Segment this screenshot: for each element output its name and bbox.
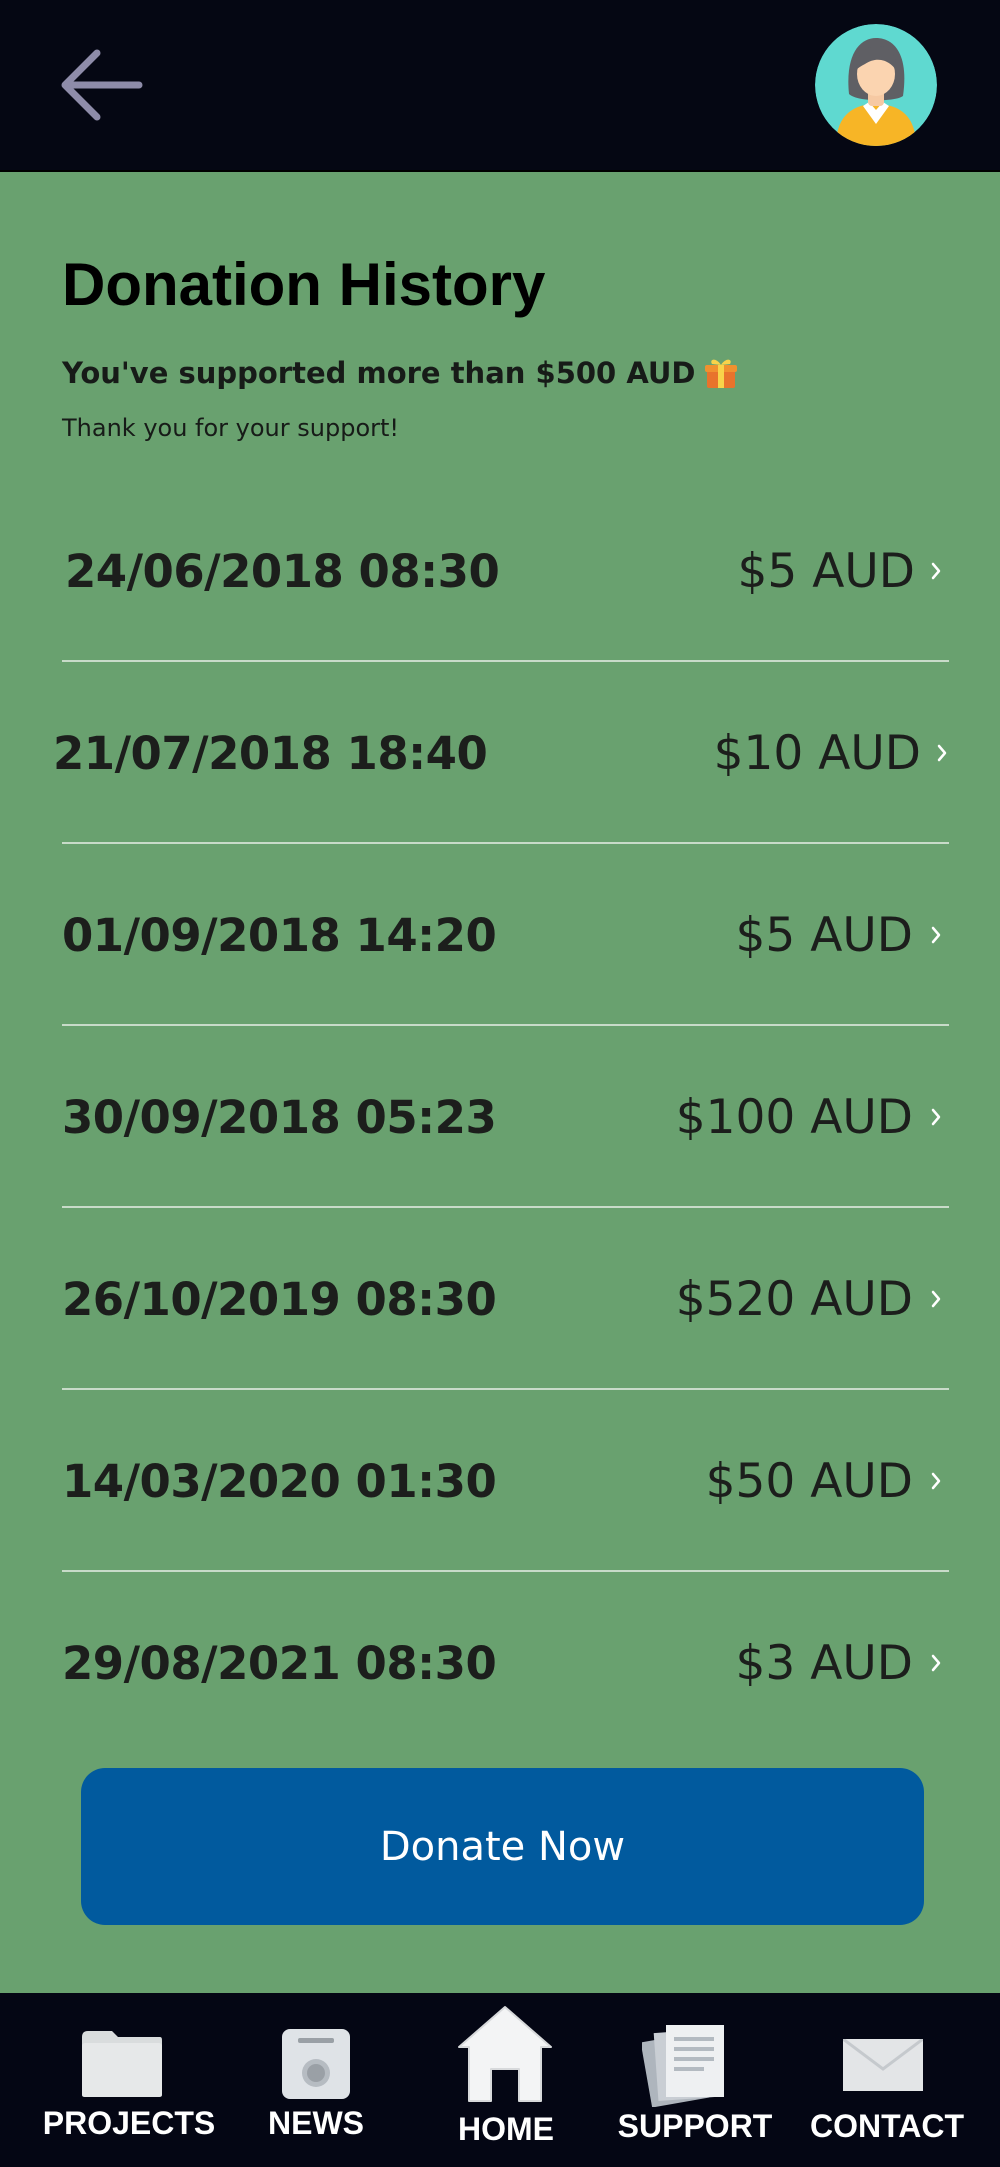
nav-label: PROJECTS bbox=[42, 2105, 216, 2141]
donation-amount: $3 AUD bbox=[735, 1635, 914, 1691]
chevron-right-icon bbox=[930, 662, 954, 844]
back-button[interactable] bbox=[52, 40, 152, 130]
donation-row[interactable]: 21/07/2018 18:40 $10 AUD bbox=[0, 662, 1000, 844]
chevron-right-icon bbox=[924, 480, 948, 662]
folder-icon bbox=[82, 2031, 162, 2097]
top-bar bbox=[0, 0, 1000, 172]
home-icon bbox=[458, 2006, 552, 2102]
donation-date: 30/09/2018 05:23 bbox=[62, 1090, 497, 1144]
donation-row[interactable]: 30/09/2018 05:23 $100 AUD bbox=[0, 1026, 1000, 1208]
donation-row[interactable]: 29/08/2021 08:30 $3 AUD bbox=[0, 1572, 1000, 1754]
nav-item-home[interactable]: HOME bbox=[430, 1993, 580, 2167]
arrow-left-icon bbox=[61, 49, 143, 121]
gift-icon bbox=[704, 359, 737, 388]
user-avatar-icon bbox=[815, 24, 937, 146]
chevron-right-icon bbox=[924, 1572, 948, 1754]
support-summary: You've supported more than $500 AUD bbox=[62, 356, 738, 390]
nav-item-projects[interactable]: PROJECTS bbox=[30, 1993, 230, 2167]
nav-label: NEWS bbox=[268, 2105, 364, 2141]
nav-label: CONTACT bbox=[809, 2108, 965, 2144]
nav-label: SUPPORT bbox=[617, 2108, 773, 2144]
donation-amount: $50 AUD bbox=[705, 1453, 913, 1509]
chevron-right-icon bbox=[924, 844, 948, 1026]
nav-item-contact[interactable]: CONTACT bbox=[800, 1993, 980, 2167]
nav-label: HOME bbox=[458, 2111, 554, 2147]
donation-row[interactable]: 14/03/2020 01:30 $50 AUD bbox=[0, 1390, 1000, 1572]
bottom-nav: PROJECTS NEWS HOME SUPPORT CONTACT bbox=[0, 1993, 1000, 2167]
donation-amount: $100 AUD bbox=[675, 1089, 913, 1145]
nav-item-support[interactable]: SUPPORT bbox=[612, 1993, 782, 2167]
donation-amount: $5 AUD bbox=[737, 543, 916, 599]
donation-row[interactable]: 24/06/2018 08:30 $5 AUD bbox=[0, 480, 1000, 662]
donation-amount: $5 AUD bbox=[735, 907, 914, 963]
donation-row[interactable]: 01/09/2018 14:20 $5 AUD bbox=[0, 844, 1000, 1026]
donation-amount: $10 AUD bbox=[713, 725, 921, 781]
donation-date: 26/10/2019 08:30 bbox=[62, 1272, 497, 1326]
donation-date: 29/08/2021 08:30 bbox=[62, 1636, 497, 1690]
thank-you-text: Thank you for your support! bbox=[62, 414, 400, 442]
documents-icon bbox=[642, 2025, 724, 2107]
page-title: Donation History bbox=[62, 251, 546, 318]
chevron-right-icon bbox=[924, 1208, 948, 1390]
donation-date: 21/07/2018 18:40 bbox=[53, 726, 488, 780]
donation-date: 14/03/2020 01:30 bbox=[62, 1454, 497, 1508]
donation-date: 01/09/2018 14:20 bbox=[62, 908, 497, 962]
donate-now-button[interactable]: Donate Now bbox=[81, 1768, 924, 1925]
donation-date: 24/06/2018 08:30 bbox=[65, 544, 500, 598]
chevron-right-icon bbox=[924, 1390, 948, 1572]
nav-item-news[interactable]: NEWS bbox=[240, 1993, 390, 2167]
donation-amount: $520 AUD bbox=[675, 1271, 913, 1327]
chevron-right-icon bbox=[924, 1026, 948, 1208]
envelope-icon bbox=[843, 2039, 923, 2091]
support-summary-text: You've supported more than $500 AUD bbox=[62, 356, 696, 390]
donation-row[interactable]: 26/10/2019 08:30 $520 AUD bbox=[0, 1208, 1000, 1390]
avatar[interactable] bbox=[815, 24, 937, 146]
newspaper-icon bbox=[282, 2029, 350, 2099]
